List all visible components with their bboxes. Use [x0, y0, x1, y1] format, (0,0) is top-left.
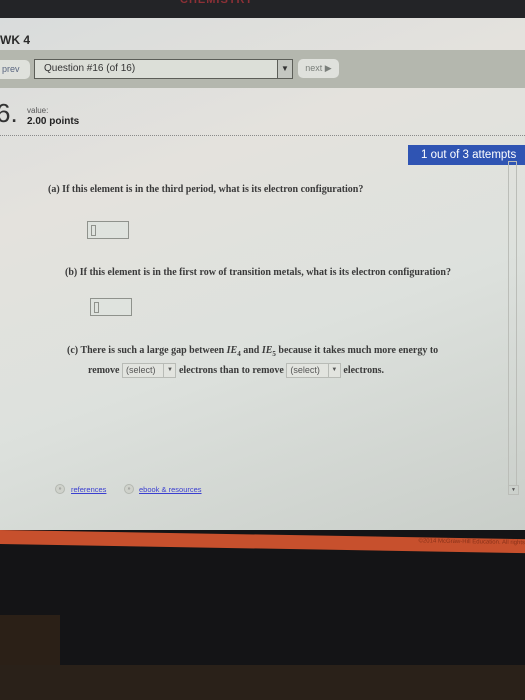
part-c-label: (c) — [67, 345, 79, 356]
question-nav-bar: prev Question #16 (of 16) ▼ next ▶ — [0, 50, 525, 88]
select-1-value: (select) — [125, 365, 156, 375]
part-a-text: If this element is in the third period, … — [62, 184, 364, 195]
part-c-question-line1: (c) There is such a large gap between IE… — [67, 345, 438, 358]
footer-bar: ©2014 McGraw-Hill Education. All rights — [0, 530, 525, 554]
part-c-text-4: electrons than to remove — [178, 364, 284, 376]
part-c-text-2: because it takes much more energy to — [278, 345, 439, 356]
part-c-text-1: There is such a large gap between — [80, 345, 225, 356]
part-a-question: (a) If this element is in the third peri… — [48, 184, 363, 195]
divider — [0, 135, 525, 136]
points-value: 2.00 points — [27, 116, 80, 127]
next-button[interactable]: next ▶ — [298, 59, 339, 78]
question-selector[interactable]: Question #16 (of 16) ▼ — [34, 59, 293, 79]
ie-5-subscript: 5 — [272, 350, 276, 358]
chevron-down-icon: ▼ — [327, 364, 340, 377]
brand-title: CHEMISTRY — [180, 0, 254, 6]
text-cursor — [94, 302, 99, 313]
copyright-text: ©2014 McGraw-Hill Education. All rights — [418, 538, 525, 547]
part-b-text: If this element is in the first row of t… — [79, 267, 451, 278]
part-b-label: (b) — [65, 267, 78, 278]
part-b-answer-input[interactable] — [90, 298, 132, 316]
background-desk — [0, 615, 60, 665]
expand-icon[interactable]: » — [124, 484, 134, 494]
part-c-text-3: remove — [88, 364, 120, 376]
background-desk-edge — [0, 665, 525, 700]
select-2-value: (select) — [290, 365, 320, 375]
text-cursor — [91, 225, 96, 236]
part-c-question-line2: remove (select) ▼ electrons than to remo… — [88, 363, 384, 378]
part-c-text-5: electrons. — [343, 364, 385, 376]
part-a-answer-input[interactable] — [87, 221, 129, 239]
question-number: 6. — [0, 98, 18, 128]
chevron-down-icon[interactable]: ▼ — [277, 60, 292, 78]
ebook-resources-link[interactable]: ebook & resources — [139, 485, 202, 494]
prev-button[interactable]: prev — [0, 60, 30, 79]
chevron-down-icon: ▼ — [163, 364, 175, 377]
part-c-select-1[interactable]: (select) ▼ — [121, 363, 177, 378]
assignment-title: WK 4 — [0, 33, 30, 47]
expand-icon[interactable]: » — [55, 484, 65, 494]
part-a-label: (a) — [48, 184, 60, 195]
content-scrollbar[interactable]: ▼ — [508, 161, 519, 495]
part-c-and: and — [243, 345, 260, 356]
browser-top-bar: CHEMISTRY — [0, 0, 525, 20]
scroll-down-icon[interactable]: ▼ — [508, 485, 519, 495]
ie-4-subscript: 4 — [237, 350, 241, 358]
part-c-select-2[interactable]: (select) ▼ — [286, 363, 341, 378]
ie-5-symbol: IE — [261, 345, 273, 356]
references-link[interactable]: references — [71, 485, 106, 494]
ie-4-symbol: IE — [226, 345, 238, 356]
value-label: value: — [27, 106, 49, 115]
part-b-question: (b) If this element is in the first row … — [65, 267, 451, 278]
assignment-page: WK 4 prev Question #16 (of 16) ▼ next ▶ … — [0, 18, 525, 530]
question-selector-value: Question #16 (of 16) — [44, 63, 136, 74]
